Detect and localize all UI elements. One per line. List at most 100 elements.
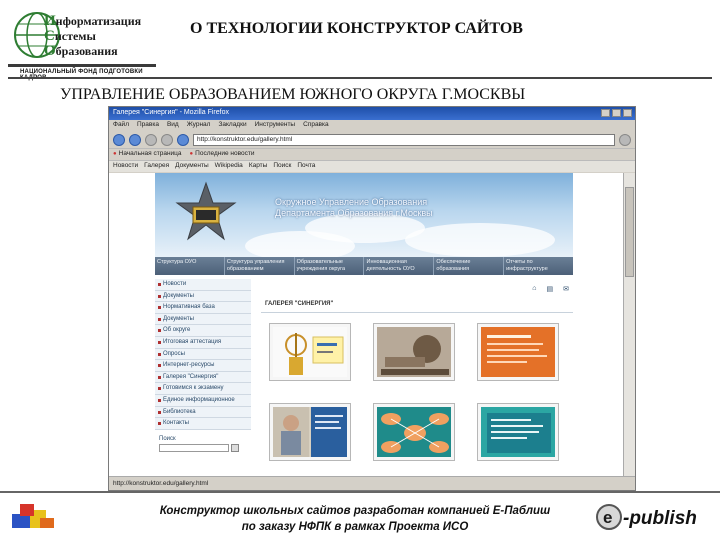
stop-button[interactable]: [161, 133, 173, 146]
link-gallery[interactable]: Галерея: [144, 162, 169, 171]
gallery-thumbnail[interactable]: [269, 403, 351, 461]
close-button[interactable]: [623, 109, 632, 117]
isoo-logo: Информатизация Системы Образования НАЦИО…: [8, 6, 158, 81]
sidebar-item[interactable]: Об округе: [155, 325, 251, 337]
window-title: Галерея "Синергия" - Mozilla Firefox: [113, 109, 229, 116]
gallery-thumbnail[interactable]: [269, 323, 351, 381]
link-news[interactable]: Новости: [113, 162, 138, 171]
sidebar-item[interactable]: Библиотека: [155, 406, 251, 419]
forward-button[interactable]: [129, 133, 141, 146]
sidebar-item[interactable]: Документы: [155, 290, 251, 303]
nav-item[interactable]: Структура управления образованием: [225, 257, 295, 275]
sidebar-item[interactable]: Новости: [155, 279, 251, 291]
header-divider: [8, 77, 712, 79]
page-viewport: Окружное Управление Образования Департам…: [109, 173, 625, 478]
bookmarks-bar: Начальная страница Последние новости: [109, 148, 635, 160]
menu-help[interactable]: Справка: [303, 121, 329, 130]
site-banner: Окружное Управление Образования Департам…: [155, 173, 573, 257]
browser-titlebar: Галерея "Синергия" - Mozilla Firefox: [109, 107, 635, 120]
link-docs[interactable]: Документы: [175, 162, 209, 171]
browser-menubar: Файл Правка Вид Журнал Закладки Инструме…: [109, 120, 635, 131]
sidebar-item[interactable]: Итоговая аттестация: [155, 336, 251, 349]
sidebar-item[interactable]: Интернет-ресурсы: [155, 360, 251, 372]
award-image: [285, 333, 344, 375]
bookmark-start[interactable]: Начальная страница: [113, 150, 182, 159]
sidebar-item[interactable]: Галерея "Синергия": [155, 371, 251, 384]
slide-subtitle: УПРАВЛЕНИЕ ОБРАЗОВАНИЕМ ЮЖНОГО ОКРУГА Г.…: [60, 86, 526, 103]
menu-tools[interactable]: Инструменты: [255, 121, 296, 130]
browser-toolbar: http://konstruktor.edu/gallery.html: [109, 131, 635, 148]
nav-item[interactable]: Структура ОУО: [155, 257, 225, 275]
gallery-divider: [261, 312, 573, 313]
browser-window: Галерея "Синергия" - Mozilla Firefox Фай…: [108, 106, 636, 491]
gallery-thumbnail[interactable]: [477, 403, 559, 461]
logo-line-2: Системы: [44, 28, 96, 44]
menu-file[interactable]: Файл: [113, 121, 129, 130]
sidebar-item[interactable]: Опросы: [155, 348, 251, 361]
vertical-scrollbar[interactable]: [623, 173, 635, 478]
photo-image: [377, 327, 451, 377]
blocks-logo-icon: [12, 504, 54, 528]
link-mail[interactable]: Почта: [297, 162, 315, 171]
banner-text: Окружное Управление Образования Департам…: [275, 197, 433, 219]
nav-item[interactable]: Отчеты по инфраструктуре: [504, 257, 573, 275]
diagram-image: [377, 407, 451, 457]
menu-bookmarks[interactable]: Закладки: [218, 121, 246, 130]
site-nav: Структура ОУО Структура управления образ…: [155, 257, 573, 275]
nav-item[interactable]: Обеспечение образования: [434, 257, 505, 275]
sidebar-item[interactable]: Нормативная база: [155, 302, 251, 314]
nav-item[interactable]: Образовательные учреждения округа: [295, 257, 365, 275]
address-bar[interactable]: http://konstruktor.edu/gallery.html: [193, 133, 615, 146]
footer-line-2: по заказу НФПК в рамках Проекта ИСО: [241, 521, 469, 533]
gallery-title: ГАЛЕРЕЯ "СИНЕРГИЯ": [265, 301, 334, 307]
logo-line-1: Информатизация: [44, 13, 142, 29]
sidebar-item[interactable]: Контакты: [155, 418, 251, 430]
print-icon[interactable]: ▤: [547, 285, 554, 293]
search-label: Поиск: [159, 435, 176, 442]
banner-line-1: Окружное Управление Образования: [275, 197, 428, 207]
emblem-icon: [175, 181, 237, 241]
sidebar-item[interactable]: Готовимся к экзамену: [155, 383, 251, 395]
svg-text:e: e: [603, 508, 612, 527]
home-button[interactable]: [177, 133, 189, 146]
minimize-button[interactable]: [601, 109, 610, 117]
search-input[interactable]: [159, 443, 229, 452]
home-icon[interactable]: ⌂: [532, 285, 536, 293]
gallery-area: ⌂ ▤ ✉ ГАЛЕРЕЯ "СИНЕРГИЯ": [261, 279, 573, 475]
link-wikipedia[interactable]: Wikipedia: [215, 162, 243, 171]
footer-credits: Конструктор школьных сайтов разработан к…: [120, 503, 590, 535]
gallery-thumbnail[interactable]: [373, 403, 455, 461]
scrollbar-thumb[interactable]: [625, 187, 634, 277]
banner-line-2: Департамента Образования г.Москвы: [275, 208, 433, 218]
site-sidebar: Новости Документы Нормативная база Докум…: [155, 279, 251, 475]
logo-subline: НАЦИОНАЛЬНЫЙ ФОНД ПОДГОТОВКИ КАДРОВ: [20, 69, 143, 81]
svg-text:-publish: -publish: [623, 508, 697, 529]
logo-line-3: Образования: [44, 43, 118, 59]
menu-view[interactable]: Вид: [167, 121, 179, 130]
go-button[interactable]: [619, 133, 631, 146]
logo-divider: [8, 64, 156, 67]
menu-edit[interactable]: Правка: [137, 121, 159, 130]
link-maps[interactable]: Карты: [249, 162, 268, 171]
reload-button[interactable]: [145, 133, 157, 146]
footer-line-1: Конструктор школьных сайтов разработан к…: [159, 505, 551, 517]
back-button[interactable]: [113, 133, 125, 146]
gallery-thumbnail[interactable]: [477, 323, 559, 381]
epublish-logo: e -publish: [596, 504, 697, 530]
maximize-button[interactable]: [612, 109, 621, 117]
sidebar-item[interactable]: Документы: [155, 313, 251, 326]
bookmark-news[interactable]: Последние новости: [190, 150, 254, 159]
links-toolbar: Новости Галерея Документы Wikipedia Карт…: [109, 160, 635, 172]
link-search[interactable]: Поиск: [273, 162, 291, 171]
slide-title: О ТЕХНОЛОГИИ КОНСТРУКТОР САЙТОВ: [190, 20, 523, 37]
slide-image: [481, 327, 555, 377]
footer-divider: [0, 491, 720, 493]
search-button[interactable]: [231, 443, 239, 452]
text-slide-image: [481, 407, 555, 457]
gallery-thumbnail[interactable]: [373, 323, 455, 381]
sidebar-item[interactable]: Единое информационное пространство: [155, 394, 251, 414]
menu-history[interactable]: Журнал: [187, 121, 211, 130]
status-bar: http://konstruktor.edu/gallery.html: [109, 476, 635, 490]
mail-icon[interactable]: ✉: [563, 285, 569, 293]
nav-item[interactable]: Инновационная деятельность ОУО: [364, 257, 435, 275]
